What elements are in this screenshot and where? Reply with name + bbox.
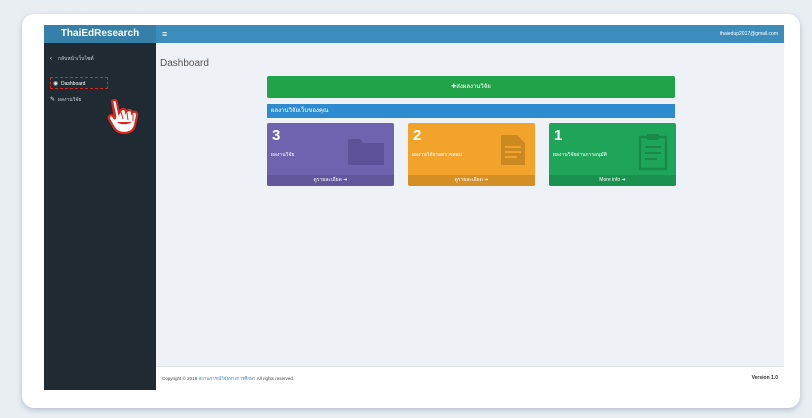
clipboard-icon	[638, 134, 668, 171]
version-label: Version 1.0	[751, 375, 778, 381]
stat-count: 1	[554, 127, 563, 144]
sidebar-item-back-to-website[interactable]: ‹ กลับหน้าเว็บไซต์	[50, 54, 94, 64]
sidebar-item-label: กลับหน้าเว็บไซต์	[58, 56, 94, 62]
sidebar-item-dashboard[interactable]: ◉ Dashboard	[50, 77, 108, 89]
page-footer: Copyright © 2018 สถานการณ์วิจัยทางการศึก…	[156, 366, 784, 390]
menu-toggle-icon[interactable]: ≡	[162, 25, 167, 43]
copyright-text: Copyright © 2018 สถานการณ์วิจัยทางการศึก…	[162, 375, 294, 382]
pointing-hand-icon	[107, 98, 139, 135]
stat-label: ผลงานวิจัยรอตรวจสอบ	[412, 152, 462, 158]
sidebar-item-research[interactable]: ✎ ผลงานวิจัย	[50, 95, 81, 105]
sidebar-item-label: ผลงานวิจัย	[58, 97, 82, 103]
stat-count: 2	[413, 127, 422, 144]
copyright-suffix: All rights reserved.	[256, 376, 295, 381]
more-info-link[interactable]: ดูรายละเอียด ➔	[408, 175, 535, 186]
more-info-link[interactable]: More info ➔	[549, 175, 676, 186]
submit-research-button[interactable]: ✚ส่งผลงานวิจัย	[267, 76, 675, 98]
copyright-prefix: Copyright © 2018	[162, 376, 198, 381]
top-navbar: ThaiEdResearch ≡ thaiedup2017@gmail.com	[44, 25, 784, 43]
stat-label: ผลงานวิจัยผ่านการอนุมัติ	[553, 152, 607, 158]
dashboard-icon: ◉	[53, 81, 59, 87]
stat-card-all-research: 3 ผลงานวิจัย ดูรายละเอียด ➔	[267, 123, 394, 186]
edit-icon: ✎	[50, 97, 56, 103]
sidebar: ‹ กลับหน้าเว็บไซต์ ◉ Dashboard ✎ ผลงานวิจัย	[44, 43, 156, 390]
document-icon	[501, 135, 525, 165]
copyright-link[interactable]: สถานการณ์วิจัยทางการศึกษา	[198, 376, 255, 381]
stat-count: 3	[272, 127, 281, 144]
stat-label: ผลงานวิจัย	[271, 152, 295, 158]
stat-card-approved-research: 1 ผลงานวิจัยผ่านการอนุมัติ More info ➔	[549, 123, 676, 186]
stat-card-pending-research: 2 ผลงานวิจัยรอตรวจสอบ ดูรายละเอียด ➔	[408, 123, 535, 186]
sidebar-item-label: Dashboard	[61, 81, 86, 87]
page-title: Dashboard	[160, 58, 209, 69]
brand-logo[interactable]: ThaiEdResearch	[44, 25, 156, 43]
more-info-link[interactable]: ดูรายละเอียด ➔	[267, 175, 394, 186]
section-header: ผลงานวิจัยเว็บของคุณ	[267, 104, 675, 118]
folder-icon	[348, 139, 384, 165]
user-email[interactable]: thaiedup2017@gmail.com	[720, 25, 778, 43]
chevron-left-icon: ‹	[50, 56, 52, 62]
app-window: ThaiEdResearch ≡ thaiedup2017@gmail.com …	[44, 25, 784, 390]
